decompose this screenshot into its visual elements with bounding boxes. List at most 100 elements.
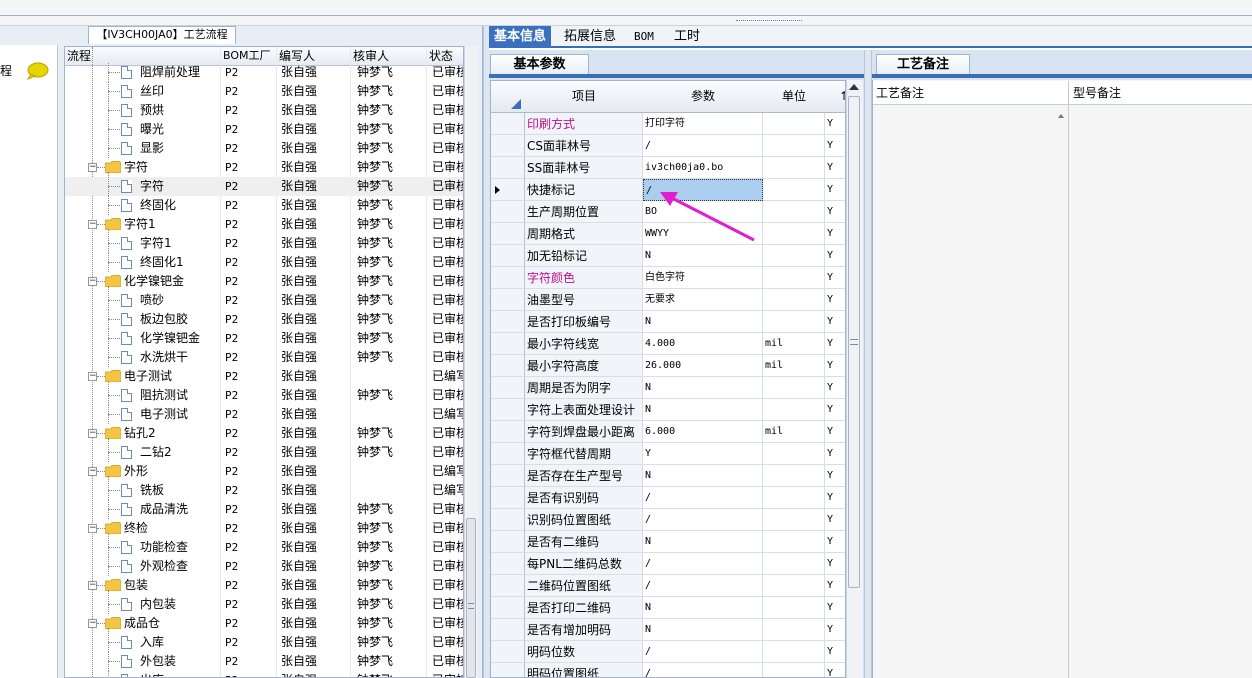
params-row[interactable]: 明码位数 / Y: [491, 641, 845, 663]
param-flag-cell[interactable]: Y: [825, 619, 845, 641]
row-header[interactable]: [491, 201, 525, 223]
row-header[interactable]: [491, 443, 525, 465]
tree-row[interactable]: 板边包胶 P2 张自强 钟梦飞 已审核: [65, 310, 463, 329]
tree-row[interactable]: 电子测试 P2 张自强 已编写: [65, 405, 463, 424]
params-row[interactable]: 是否有增加明码 N Y: [491, 619, 845, 641]
expand-minus-icon[interactable]: −: [88, 619, 97, 628]
col-header-param[interactable]: 参数: [643, 81, 764, 113]
param-unit-cell[interactable]: [763, 443, 825, 465]
param-flag-cell[interactable]: Y: [825, 575, 845, 597]
row-header[interactable]: [491, 663, 525, 677]
expand-minus-icon[interactable]: −: [88, 220, 97, 229]
param-unit-cell[interactable]: [763, 377, 825, 399]
param-value-cell[interactable]: N: [643, 531, 763, 553]
param-flag-cell[interactable]: Y: [825, 355, 845, 377]
param-unit-cell[interactable]: [763, 663, 825, 677]
param-flag-cell[interactable]: Y: [825, 223, 845, 245]
param-flag-cell[interactable]: Y: [825, 113, 845, 135]
param-flag-cell[interactable]: Y: [825, 245, 845, 267]
tab-basic-params[interactable]: 基本参数: [490, 54, 589, 75]
tree-row[interactable]: 字符1 P2 张自强 钟梦飞 已审核: [65, 234, 463, 253]
tree-row[interactable]: 功能检查 P2 张自强 钟梦飞 已审核: [65, 538, 463, 557]
tab-work-hours[interactable]: 工时: [669, 26, 705, 48]
param-value-cell[interactable]: Y: [643, 443, 763, 465]
tree-row[interactable]: 喷砂 P2 张自强 钟梦飞 已审核: [65, 291, 463, 310]
row-header[interactable]: [491, 619, 525, 641]
row-header[interactable]: [491, 399, 525, 421]
row-header[interactable]: [491, 289, 525, 311]
param-value-cell[interactable]: /: [643, 135, 763, 157]
param-flag-cell[interactable]: Y: [825, 531, 845, 553]
param-unit-cell[interactable]: [763, 531, 825, 553]
expand-minus-icon[interactable]: −: [88, 429, 97, 438]
params-row[interactable]: 字符到焊盘最小距离 6.000 mil Y: [491, 421, 845, 443]
param-flag-cell[interactable]: Y: [825, 201, 845, 223]
expand-minus-icon[interactable]: −: [88, 372, 97, 381]
row-header[interactable]: [491, 333, 525, 355]
param-unit-cell[interactable]: [763, 487, 825, 509]
param-flag-cell[interactable]: Y: [825, 267, 845, 289]
param-unit-cell[interactable]: [763, 223, 825, 245]
process-flow-tab[interactable]: 【IV3CH00JA0】工艺流程: [88, 26, 236, 44]
params-row[interactable]: 最小字符高度 26.000 mil Y: [491, 355, 845, 377]
row-header[interactable]: [491, 355, 525, 377]
param-unit-cell[interactable]: [763, 267, 825, 289]
grid-corner[interactable]: [491, 81, 526, 113]
col-header-item[interactable]: 项目: [525, 81, 644, 113]
params-row[interactable]: 字符框代替周期 Y Y: [491, 443, 845, 465]
splitter-grip[interactable]: [736, 20, 802, 25]
param-unit-cell[interactable]: mil: [763, 333, 825, 355]
param-value-cell[interactable]: 6.000: [643, 421, 763, 443]
expand-minus-icon[interactable]: −: [88, 581, 97, 590]
tree-row[interactable]: − 包装 P2 张自强 钟梦飞 已审核: [65, 576, 463, 596]
tree-row[interactable]: − 外形 P2 张自强 已编写: [65, 462, 463, 482]
param-unit-cell[interactable]: [763, 597, 825, 619]
tree-row[interactable]: 字符 P2 张自强 钟梦飞 已审核: [65, 177, 463, 196]
param-value-cell[interactable]: N: [643, 619, 763, 641]
param-value-cell[interactable]: 4.000: [643, 333, 763, 355]
param-value-cell[interactable]: N: [643, 465, 763, 487]
params-row[interactable]: 是否存在生产型号 N Y: [491, 465, 845, 487]
row-header[interactable]: [491, 179, 525, 201]
col-header-flag[interactable]: ↑: [825, 81, 845, 113]
tree-row[interactable]: 终固化1 P2 张自强 钟梦飞 已审核: [65, 253, 463, 272]
tree-row[interactable]: 终固化 P2 张自强 钟梦飞 已审核: [65, 196, 463, 215]
row-header[interactable]: [491, 135, 525, 157]
params-row[interactable]: CS面菲林号 / Y: [491, 135, 845, 157]
params-row[interactable]: 字符上表面处理设计 N Y: [491, 399, 845, 421]
tree-row[interactable]: 成品清洗 P2 张自强 钟梦飞 已审核: [65, 500, 463, 519]
param-flag-cell[interactable]: Y: [825, 179, 845, 201]
row-header[interactable]: [491, 267, 525, 289]
param-flag-cell[interactable]: Y: [825, 135, 845, 157]
param-flag-cell[interactable]: Y: [825, 333, 845, 355]
param-flag-cell[interactable]: Y: [825, 443, 845, 465]
param-unit-cell[interactable]: [763, 201, 825, 223]
param-value-cell[interactable]: N: [643, 311, 763, 333]
param-value-cell[interactable]: 无要求: [643, 289, 763, 311]
row-header[interactable]: [491, 113, 525, 135]
param-unit-cell[interactable]: [763, 641, 825, 663]
row-header[interactable]: [491, 487, 525, 509]
row-header[interactable]: [491, 641, 525, 663]
tree-row[interactable]: 入库 P2 张自强 钟梦飞 已审核: [65, 633, 463, 652]
param-value-cell[interactable]: 26.000: [643, 355, 763, 377]
param-unit-cell[interactable]: [763, 289, 825, 311]
param-value-cell[interactable]: N: [643, 399, 763, 421]
tree-row[interactable]: − 化学镍钯金 P2 张自强 钟梦飞 已审核: [65, 272, 463, 292]
tree-row[interactable]: 水洗烘干 P2 张自强 钟梦飞 已审核: [65, 348, 463, 367]
middle-splitter[interactable]: [864, 50, 872, 678]
param-flag-cell[interactable]: Y: [825, 399, 845, 421]
param-flag-cell[interactable]: Y: [825, 663, 845, 677]
row-header[interactable]: [491, 575, 525, 597]
param-value-cell[interactable]: iv3ch00ja0.bo: [643, 157, 763, 179]
chat-bubble-icon[interactable]: [25, 62, 49, 80]
tree-row[interactable]: 外观检查 P2 张自强 钟梦飞 已审核: [65, 557, 463, 576]
tree-row[interactable]: − 电子测试 P2 张自强 已编写: [65, 367, 463, 387]
params-row[interactable]: 油墨型号 无要求 Y: [491, 289, 845, 311]
param-unit-cell[interactable]: [763, 113, 825, 135]
param-value-cell[interactable]: 白色字符: [643, 267, 763, 289]
param-flag-cell[interactable]: Y: [825, 311, 845, 333]
param-unit-cell[interactable]: [763, 157, 825, 179]
tree-row[interactable]: 阻焊前处理 P2 张自强 钟梦飞 已审核: [65, 63, 463, 82]
tab-basic-info[interactable]: 基本信息: [489, 26, 552, 48]
